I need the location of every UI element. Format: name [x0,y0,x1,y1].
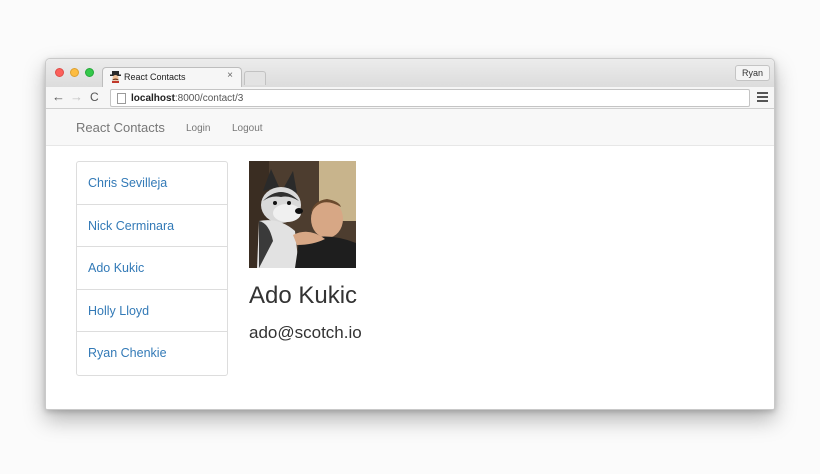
url-text[interactable]: localhost:8000/contact/3 [131,93,243,104]
url-host: localhost [131,93,175,104]
app-navbar: React Contacts Login Logout [46,109,774,146]
nav-logout-link[interactable]: Logout [232,123,263,134]
contact-photo [249,161,356,268]
contact-photo-image [249,161,356,268]
favicon-icon [110,71,121,83]
contact-list-item[interactable]: Nick Cerminara [77,205,227,248]
maximize-window-button[interactable] [85,68,94,77]
back-arrow-icon[interactable]: ← [52,89,65,105]
navbar-brand[interactable]: React Contacts [76,120,165,135]
url-path: :8000/contact/3 [174,93,244,104]
reload-icon[interactable]: C [90,89,99,105]
new-tab-button[interactable] [244,71,266,85]
forward-arrow-icon[interactable]: → [70,89,83,105]
contact-list-item[interactable]: Ryan Chenkie [77,332,227,375]
contact-name: Ado Kukic [249,282,358,309]
close-window-button[interactable] [55,68,64,77]
contact-list-item[interactable]: Ado Kukic [77,247,227,290]
nav-login-link[interactable]: Login [186,123,210,134]
page-icon [117,93,126,104]
profile-button[interactable]: Ryan [734,65,770,81]
address-bar[interactable]: localhost:8000/contact/3 [110,89,750,107]
minimize-window-button[interactable] [70,68,79,77]
browser-tab[interactable]: React Contacts × [102,67,242,87]
contact-list: Chris Sevilleja Nick Cerminara Ado Kukic… [76,161,228,376]
contact-email: ado@scotch.io [249,323,362,342]
browser-toolbar: ← → C localhost:8000/contact/3 [46,87,774,109]
tab-title: React Contacts [124,72,186,82]
close-icon[interactable]: × [227,70,233,81]
contact-list-item[interactable]: Chris Sevilleja [77,162,227,205]
contact-list-item[interactable]: Holly Lloyd [77,290,227,333]
title-bar: React Contacts × Ryan [46,59,774,87]
browser-window: React Contacts × Ryan ← → C localhost:80… [45,58,775,410]
menu-icon[interactable] [757,92,768,102]
